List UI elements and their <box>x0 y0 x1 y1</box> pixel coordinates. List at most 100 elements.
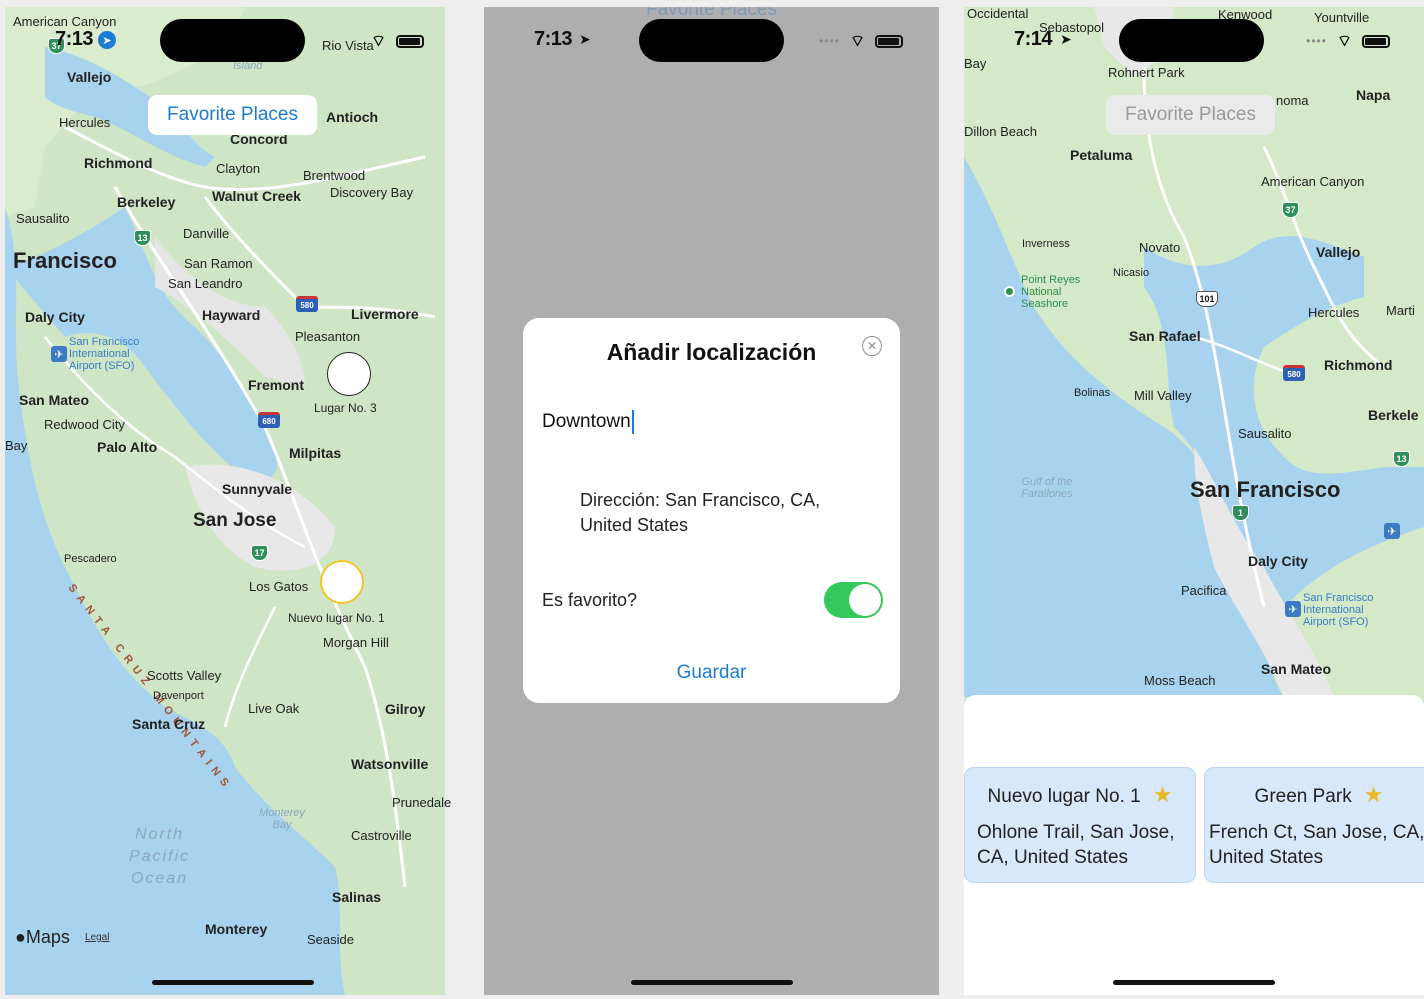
map-label: American Canyon <box>1261 174 1365 189</box>
map-label: Francisco <box>13 248 117 273</box>
map-label: Davenport <box>153 690 204 702</box>
favorite-card-address: Ohlone Trail, San Jose, CA, United State… <box>977 822 1175 868</box>
map-label: Marti <box>1386 303 1415 318</box>
status-time: 7:14 <box>1014 28 1053 50</box>
map-label: Daly City <box>1248 553 1308 569</box>
wifi-icon: ⌔ <box>370 33 386 50</box>
battery-icon <box>875 34 903 48</box>
map-label: San Mateo <box>1261 661 1332 677</box>
map-label: Berkeley <box>117 194 176 210</box>
map-label: Hercules <box>59 115 111 130</box>
map-label: Santa Cruz <box>132 716 206 732</box>
highway-shield: 37 <box>1282 202 1299 218</box>
place-marker-selected[interactable] <box>320 560 364 604</box>
map-label-airport: San Francisco International Airport (SFO… <box>69 336 140 372</box>
map-label: Walnut Creek <box>212 188 301 204</box>
location-arrow-icon: ➤ <box>98 31 116 49</box>
map-label: Hercules <box>1308 305 1360 320</box>
dialog-title: Añadir localización <box>606 339 817 365</box>
map-label: Morgan Hill <box>323 635 389 650</box>
favorite-places-button[interactable]: Favorite Places <box>1106 95 1275 135</box>
airport-icon: ✈ <box>1384 523 1400 539</box>
map-label: Bay <box>5 438 28 453</box>
map-label: Palo Alto <box>97 439 158 455</box>
interstate-shield: 580 <box>1283 365 1305 381</box>
interstate-shield: 680 <box>258 412 280 428</box>
map-label: Monterey <box>205 921 268 937</box>
map-label: Nicasio <box>1113 267 1150 279</box>
apple-logo-icon: ● <box>15 927 26 947</box>
signal-icon: •••• <box>819 34 840 48</box>
status-bar: 7:14 ➤ •••• ⌔ <box>964 7 1424 71</box>
map-label: Vallejo <box>1316 244 1361 260</box>
map-label: San Jose <box>193 510 277 531</box>
map-label: Antioch <box>326 109 379 125</box>
dynamic-island <box>1119 19 1264 62</box>
map-label: San Rafael <box>1129 328 1201 344</box>
map-label: Watsonville <box>351 756 429 772</box>
favorite-toggle[interactable] <box>824 582 883 618</box>
map-label: Castroville <box>351 828 412 843</box>
status-bar: 7:13 ➤ •••• ⌔ <box>484 7 939 71</box>
status-time: 7:13 <box>55 28 94 50</box>
interstate-shield: 580 <box>296 296 318 312</box>
map-label-airport: San Francisco International Airport (SFO… <box>1303 592 1374 628</box>
location-arrow-icon: ➤ <box>1060 31 1072 47</box>
favorite-places-button[interactable]: Favorite Places <box>148 95 317 135</box>
add-location-dialog: Añadir localización ✕ Downtown Dirección… <box>523 318 900 703</box>
map-label: Discovery Bay <box>330 185 414 200</box>
map-label: Richmond <box>1324 357 1393 373</box>
favorite-card[interactable]: Nuevo lugar No. 1 ★ Ohlone Trail, San Jos… <box>964 767 1196 883</box>
wifi-icon: ⌔ <box>1336 33 1352 50</box>
map-label-water: Gulf of the Farallones <box>1021 476 1073 500</box>
map-canvas[interactable] <box>5 7 460 995</box>
map-label: Redwood City <box>44 417 125 432</box>
map-label: Pacifica <box>1181 583 1227 598</box>
map-label-water: North Pacific Ocean <box>128 826 191 887</box>
map-label: Danville <box>183 226 230 241</box>
favorite-card-address: French Ct, San Jose, CA, United States <box>1209 822 1424 868</box>
map-label: San Francisco <box>1190 477 1341 502</box>
map-label: Prunedale <box>392 795 452 810</box>
place-marker-label: Nuevo lugar No. 1 <box>288 611 385 625</box>
map-label: Berkele <box>1368 407 1419 423</box>
airport-icon: ✈ <box>1285 601 1301 617</box>
wifi-icon: ⌔ <box>849 33 865 50</box>
favorite-card-name: Green Park ★ <box>1254 782 1384 807</box>
map-label: Fremont <box>248 377 304 393</box>
text-caret <box>631 410 634 434</box>
map-label: Napa <box>1356 87 1391 103</box>
highway-shield: 17 <box>251 545 268 561</box>
legal-link[interactable]: Legal <box>85 932 109 943</box>
save-button[interactable]: Guardar <box>523 662 900 684</box>
map-label: Vallejo <box>67 69 112 85</box>
map-label: San Ramon <box>184 256 253 271</box>
apple-maps-logo: ●Maps <box>15 927 70 947</box>
home-indicator <box>151 980 314 985</box>
map-label: Richmond <box>84 155 153 171</box>
map-label-water: Monterey Bay <box>259 807 305 831</box>
favorites-sheet: Nuevo lugar No. 1 ★ Ohlone Trail, San Jos… <box>964 695 1424 995</box>
map-label: Pescadero <box>64 553 117 565</box>
screen-favorites: Occidental Sebastopol Kenwood Yountville… <box>964 7 1424 995</box>
map-label: noma <box>1276 93 1309 108</box>
close-icon[interactable]: ✕ <box>862 336 882 356</box>
map-label: Moss Beach <box>1144 673 1216 688</box>
location-name-input[interactable]: Downtown <box>542 410 634 434</box>
screen-add-location: Favorite Places 7:13 ➤ •••• ⌔ Añadir loc… <box>484 7 939 995</box>
place-marker[interactable] <box>327 352 371 396</box>
highway-shield: 13 <box>1393 451 1410 467</box>
home-indicator <box>1113 980 1275 985</box>
address-text: Dirección: San Francisco, CA, United Sta… <box>580 490 821 535</box>
favorite-card-name: Nuevo lugar No. 1 ★ <box>987 782 1173 807</box>
signal-icon: •••• <box>1306 34 1327 48</box>
status-bar: 7:13 ➤ ⌔ <box>5 7 460 71</box>
favorite-card[interactable]: Green Park ★ French Ct, San Jose, CA, Uni… <box>1204 767 1424 883</box>
map-label: Seaside <box>307 932 354 947</box>
highway-shield: 1 <box>1232 505 1249 521</box>
screen-map-view: American Canyon Rio Vista Island Vallejo… <box>5 7 460 995</box>
map-label: Sausalito <box>1238 426 1292 441</box>
star-icon: ★ <box>1152 782 1173 807</box>
map-label: Salinas <box>332 889 382 905</box>
map-label: Sunnyvale <box>222 481 293 497</box>
